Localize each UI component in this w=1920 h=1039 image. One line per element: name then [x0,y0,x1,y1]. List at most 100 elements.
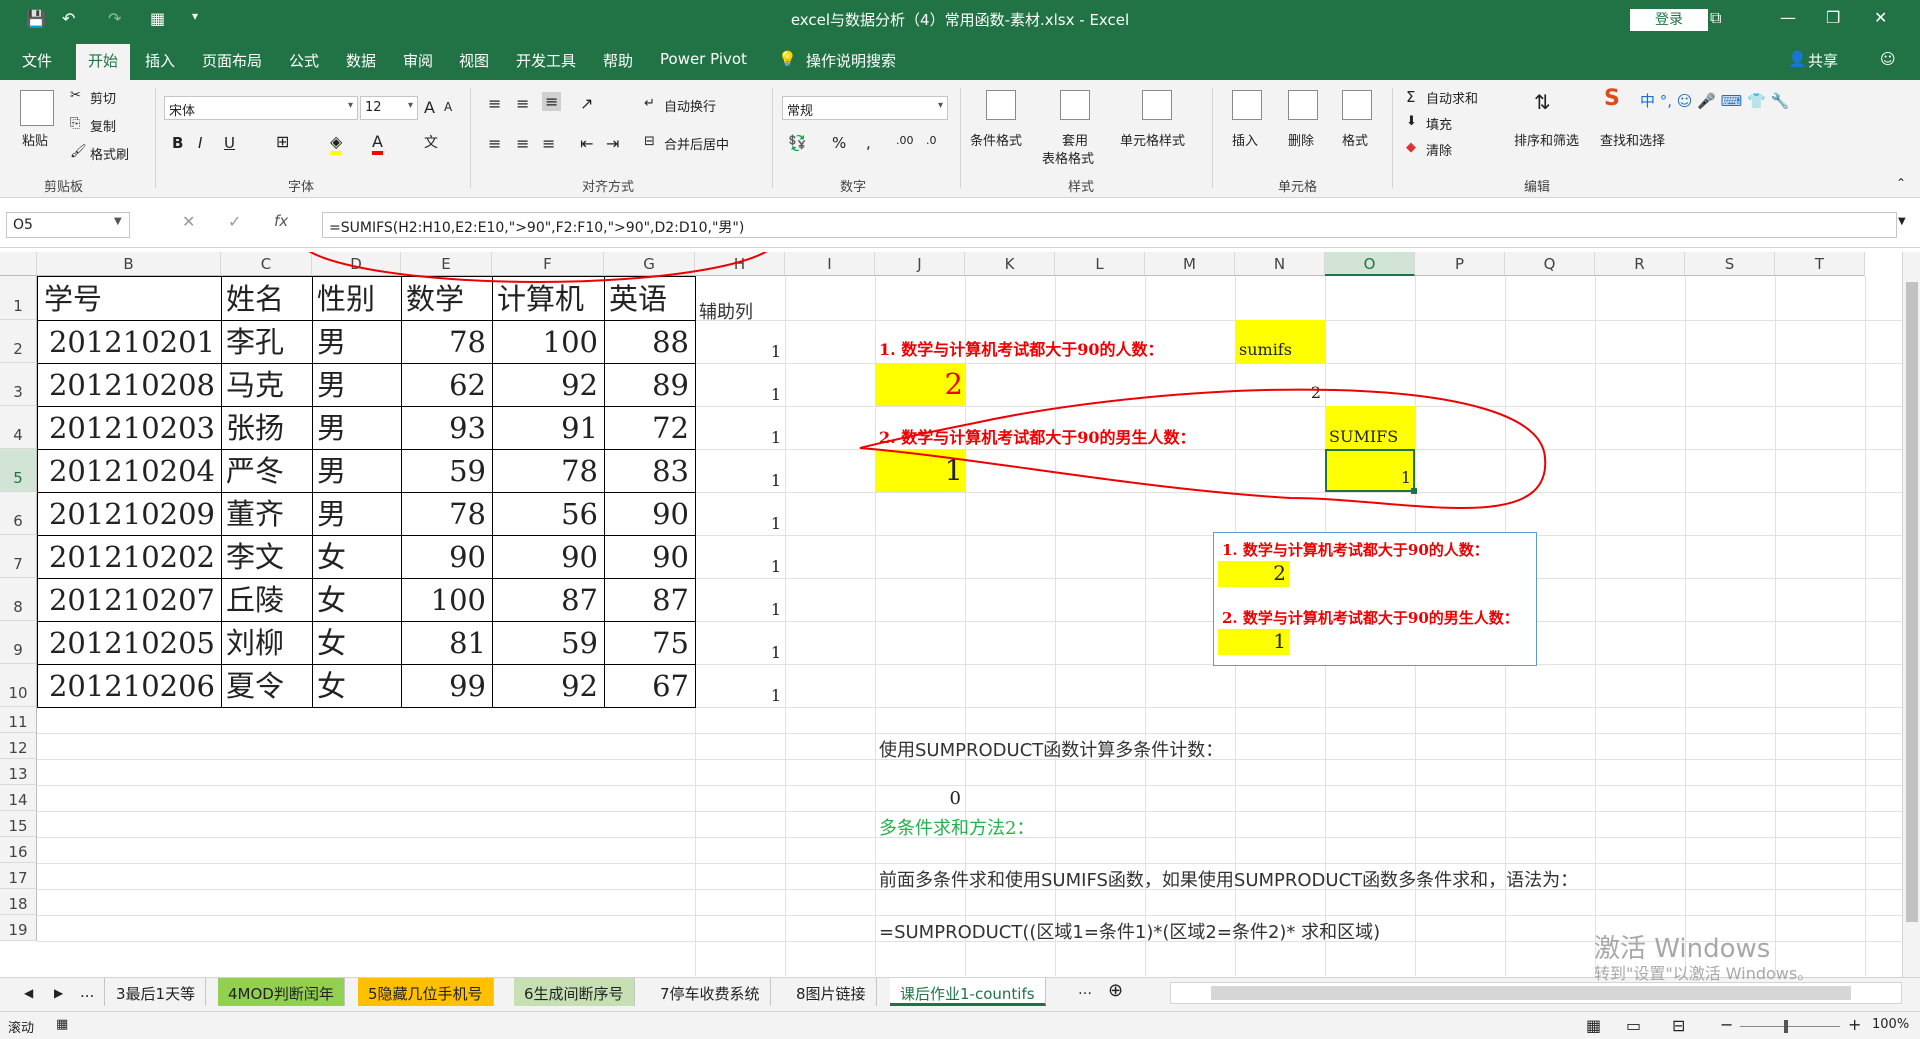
sort-filter-icon[interactable]: ⇅ [1534,90,1551,114]
normal-view-icon[interactable]: ▦ [1586,1016,1601,1035]
helper-cell[interactable]: 1 [695,471,781,490]
cut-button[interactable]: 剪切 [90,88,116,107]
header-student-id[interactable]: 学号 [37,276,222,321]
horizontal-scroll-thumb[interactable] [1211,986,1851,1000]
gender-cell[interactable]: 男 [312,492,402,536]
computer-cell[interactable]: 59 [492,621,605,665]
row-header-14[interactable]: 14 [0,785,37,811]
math-cell[interactable]: 81 [401,621,493,665]
student-id-cell[interactable]: 201210201 [37,320,222,364]
new-sheet-icon[interactable]: ⊕ [1108,980,1123,1001]
format-cells-icon[interactable] [1342,90,1372,120]
delete-cells-button[interactable]: 删除 [1288,130,1314,149]
helper-cell[interactable]: 1 [695,686,781,705]
conditional-format-icon[interactable] [986,90,1016,120]
row-header-19[interactable]: 19 [0,915,37,941]
helper-cell[interactable]: 1 [695,428,781,447]
name-cell[interactable]: 张扬 [221,406,313,450]
zoom-slider-thumb[interactable] [1784,1020,1788,1033]
column-header-g[interactable]: G [604,252,695,276]
gender-cell[interactable]: 女 [312,621,402,665]
column-header-s[interactable]: S [1685,252,1775,276]
borders-icon[interactable]: ⊞ [276,132,289,151]
phonetic-icon[interactable]: 文 [424,132,438,152]
ime-toolbar-icon[interactable]: 中 °, ☺ 🎤 ⌨ 👕 🔧 [1640,90,1789,111]
gender-cell[interactable]: 女 [312,535,402,579]
math-cell[interactable]: 100 [401,578,493,622]
comma-button[interactable]: , [866,134,871,152]
gender-cell[interactable]: 男 [312,320,402,364]
helper-cell[interactable]: 1 [695,342,781,361]
method-2-label[interactable]: 多条件求和方法2： [879,814,1034,840]
align-middle-icon[interactable]: ≡ [516,94,529,113]
tab-page-layout[interactable]: 页面布局 [202,50,262,71]
sheet-tab-active[interactable]: 课后作业1-countifs [890,978,1046,1006]
align-left-icon[interactable]: ≡ [488,134,501,153]
english-cell[interactable]: 90 [604,535,696,579]
cell-n3-value[interactable]: 2 [1235,383,1321,402]
row-header-15[interactable]: 15 [0,811,37,837]
align-top-icon[interactable]: ≡ [488,94,501,113]
english-cell[interactable]: 90 [604,492,696,536]
zoom-out-icon[interactable]: − [1720,1015,1733,1034]
page-break-view-icon[interactable]: ⊟ [1672,1016,1685,1035]
english-cell[interactable]: 87 [604,578,696,622]
zoom-in-icon[interactable]: + [1848,1015,1861,1034]
english-cell[interactable]: 75 [604,621,696,665]
row-header-8[interactable]: 8 [0,578,37,621]
column-header-e[interactable]: E [401,252,492,276]
helper-cell[interactable]: 1 [695,385,781,404]
student-id-cell[interactable]: 201210206 [37,664,222,708]
computer-cell[interactable]: 92 [492,363,605,407]
row-header-10[interactable]: 10 [0,664,37,707]
computer-cell[interactable]: 92 [492,664,605,708]
math-cell[interactable]: 62 [401,363,493,407]
feedback-smiley-icon[interactable]: ☺ [1880,50,1896,68]
row-header-6[interactable]: 6 [0,492,37,535]
helper-cell[interactable]: 1 [695,557,781,576]
worksheet-grid[interactable]: B C D E F G H I J K L M N O P Q R S T 1 … [0,252,1902,977]
column-header-c[interactable]: C [221,252,312,276]
name-cell[interactable]: 丘陵 [221,578,313,622]
more-sheets-icon[interactable]: … [1078,982,1092,998]
sheet-tab-7[interactable]: 7停车收费系统 [650,978,771,1006]
sheet-tab-3[interactable]: 3最后1天等 [106,978,207,1006]
math-cell[interactable]: 99 [401,664,493,708]
copy-button[interactable]: 复制 [90,116,116,135]
name-cell[interactable]: 夏令 [221,664,313,708]
name-cell[interactable]: 李孔 [221,320,313,364]
column-header-l[interactable]: L [1055,252,1145,276]
collapse-ribbon-icon[interactable]: ⌃ [1896,176,1906,190]
insert-cells-button[interactable]: 插入 [1232,130,1258,149]
name-box[interactable]: O5 [6,212,130,238]
gender-cell[interactable]: 男 [312,449,402,493]
row-header-18[interactable]: 18 [0,889,37,915]
header-gender[interactable]: 性别 [312,276,402,321]
name-cell[interactable]: 刘柳 [221,621,313,665]
fill-button[interactable]: 填充 [1426,114,1452,133]
student-id-cell[interactable]: 201210204 [37,449,222,493]
zoom-level[interactable]: 100% [1872,1017,1909,1032]
vertical-scrollbar[interactable] [1902,252,1920,977]
vertical-scroll-thumb[interactable] [1906,282,1918,922]
font-name-select[interactable]: 宋体 [164,96,358,120]
next-sheet-icon[interactable]: ▶ [54,986,63,1000]
sheet-tab-more[interactable]: ... [70,978,106,1006]
column-header-q[interactable]: Q [1505,252,1595,276]
row-header-12[interactable]: 12 [0,733,37,759]
math-cell[interactable]: 93 [401,406,493,450]
tab-home[interactable]: 开始 [76,44,131,80]
font-grow-button[interactable]: A [424,98,435,117]
autosum-button[interactable]: 自动求和 [1426,88,1478,107]
column-header-i[interactable]: I [785,252,875,276]
computer-cell[interactable]: 90 [492,535,605,579]
row-header-13[interactable]: 13 [0,759,37,785]
computer-cell[interactable]: 100 [492,320,605,364]
font-size-select[interactable]: 12 [360,96,418,120]
student-id-cell[interactable]: 201210202 [37,535,222,579]
column-header-d[interactable]: D [312,252,401,276]
math-cell[interactable]: 59 [401,449,493,493]
share-button[interactable]: 共享 [1808,50,1838,71]
fill-icon[interactable]: ⬇ [1406,114,1417,129]
name-cell[interactable]: 严冬 [221,449,313,493]
